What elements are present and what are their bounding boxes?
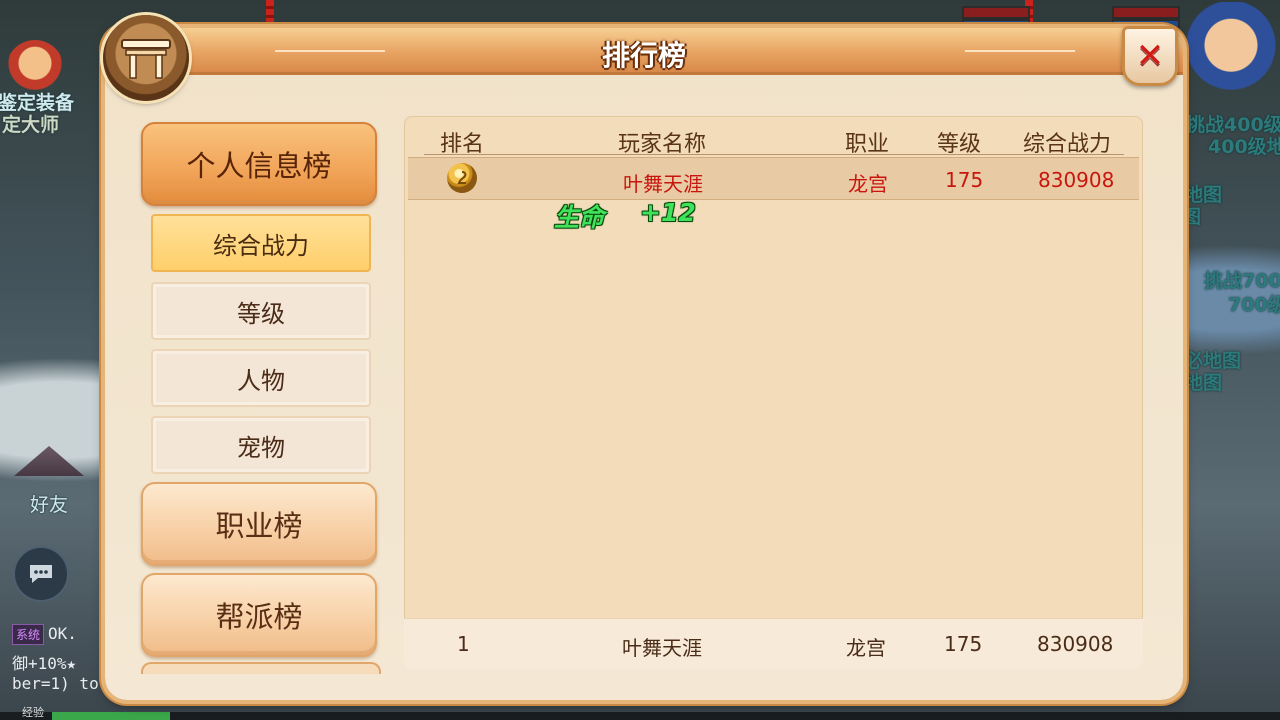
map-label: 图 [1182, 206, 1202, 228]
friend-label: 好友 [30, 494, 69, 516]
map-label: 700级 [1228, 294, 1280, 316]
map-label: 地图 [1184, 372, 1223, 394]
close-icon: ✕ [1135, 36, 1165, 76]
gate-emblem-icon [103, 15, 189, 101]
subtab-character[interactable]: 人物 [151, 349, 371, 407]
header-divider [424, 154, 1124, 155]
chat-bubble-icon[interactable] [13, 546, 69, 602]
row-level: 175 [945, 168, 984, 192]
table-row[interactable] [408, 157, 1139, 200]
tab-guild-ranking[interactable]: 帮派榜 [141, 573, 377, 657]
subtab-level[interactable]: 等级 [151, 282, 371, 340]
exp-bar: 经验 [0, 706, 1280, 720]
tab-personal-ranking[interactable]: 个人信息榜 [141, 122, 377, 206]
my-job: 龙宫 [846, 636, 886, 660]
floating-hp-value: +12 [640, 198, 696, 227]
my-rank: 1 [457, 632, 470, 656]
system-badge: 系统 [12, 624, 45, 645]
map-label: 400级地 [1208, 136, 1280, 158]
map-label: 挑战700 [1204, 270, 1280, 292]
floating-hp-label: 生命 [554, 203, 605, 232]
my-level: 175 [944, 632, 983, 656]
my-power: 830908 [1037, 632, 1114, 656]
chat-line: 御+10%★ [12, 654, 77, 673]
player-portrait-icon[interactable] [1182, 2, 1280, 98]
title-bar: 排行榜 [105, 28, 1183, 75]
row-player-name: 叶舞天涯 [623, 172, 703, 196]
chat-line: ber=1) to [12, 674, 99, 693]
row-job: 龙宫 [848, 172, 888, 196]
gold-medal-icon [447, 163, 477, 193]
nav-list-more[interactable] [141, 662, 381, 674]
my-rank-row [404, 618, 1143, 669]
npc-label: 定大师 [2, 114, 60, 136]
row-power: 830908 [1038, 168, 1115, 192]
subtab-overall-power[interactable]: 综合战力 [151, 214, 371, 272]
friend-avatar-icon[interactable] [14, 446, 84, 476]
chat-line: 系统 OK. [12, 624, 77, 645]
close-button[interactable]: ✕ [1122, 26, 1178, 86]
my-name: 叶舞天涯 [622, 636, 702, 660]
page-title: 排行榜 [601, 39, 686, 72]
subtab-pet[interactable]: 宠物 [151, 416, 371, 474]
tab-job-ranking[interactable]: 职业榜 [141, 482, 377, 566]
